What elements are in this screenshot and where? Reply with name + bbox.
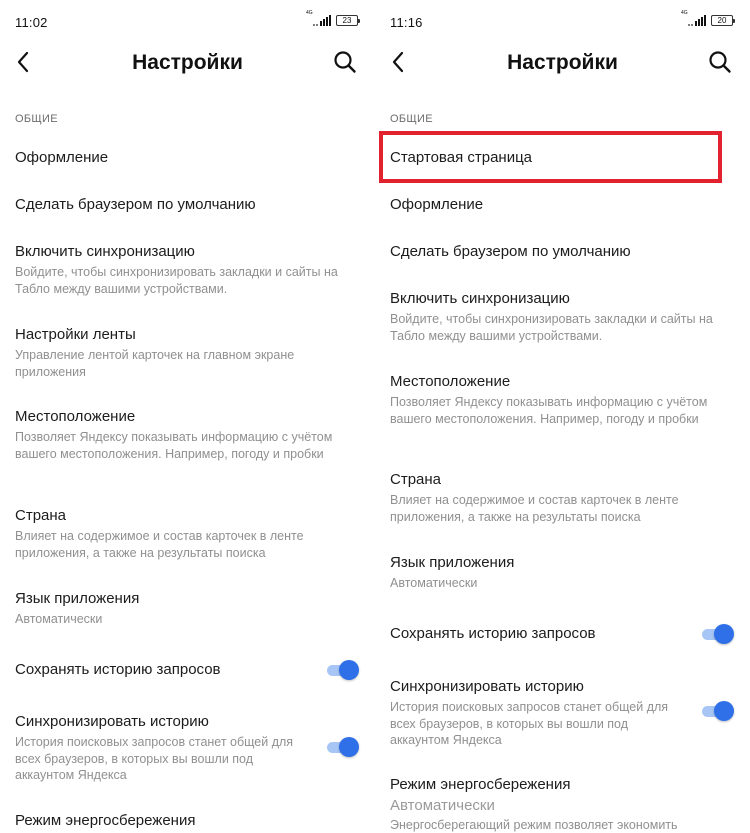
section-header-general: ОБЩИЕ <box>15 113 58 125</box>
setting-appearance[interactable]: Оформление <box>15 148 360 168</box>
setting-title: Страна <box>15 507 67 524</box>
setting-description: История поисковых запросов станет общей … <box>390 700 669 747</box>
toggle-knob <box>714 701 734 721</box>
setting-title: Оформление <box>390 196 484 213</box>
setting-title: Страна <box>390 471 442 488</box>
setting-description: Влияет на содержимое и состав карточек в… <box>15 529 304 560</box>
setting-description: Позволяет Яндексу показывать информацию … <box>15 430 333 461</box>
section-header-general: ОБЩИЕ <box>390 113 433 125</box>
app-bar: Настройки <box>375 40 750 86</box>
setting-app-language[interactable]: Язык приложения Автоматически <box>15 589 360 628</box>
setting-start-page[interactable]: Стартовая страница <box>390 148 735 168</box>
setting-description: Войдите, чтобы синхронизировать закладки… <box>390 312 713 343</box>
signal-bars-icon: 4G <box>306 11 331 26</box>
setting-description: Управление лентой карточек на главном эк… <box>15 348 295 379</box>
search-icon <box>334 51 356 73</box>
setting-title: Язык приложения <box>390 554 515 571</box>
setting-power-saving[interactable]: Режим энергосбережения <box>15 811 360 831</box>
search-icon <box>709 51 731 73</box>
status-icons: 4G 23 <box>306 11 360 26</box>
network-type-label: 4G <box>306 10 313 16</box>
setting-sync-history[interactable]: Синхронизировать историю История поисков… <box>15 712 360 784</box>
setting-title: Синхронизировать историю <box>390 678 584 695</box>
setting-power-saving[interactable]: Режим энергосбережения Автоматически Эне… <box>390 775 735 833</box>
page-title: Настройки <box>507 51 618 74</box>
setting-title: Настройки ленты <box>15 326 136 343</box>
setting-sync-history[interactable]: Синхронизировать историю История поисков… <box>390 677 735 749</box>
setting-description-extra: Энергосберегающий режим позволяет эконом… <box>390 817 678 832</box>
setting-description: Автоматически <box>390 576 478 590</box>
setting-title: Синхронизировать историю <box>15 713 209 730</box>
status-bar: 11:02 4G 23 <box>0 0 375 40</box>
settings-screen-right: 11:16 4G 20 Настройки ОБЩИЕ Стартовая ст… <box>375 0 750 833</box>
setting-description: Влияет на содержимое и состав карточек в… <box>390 493 679 524</box>
setting-default-browser[interactable]: Сделать браузером по умолчанию <box>15 195 360 215</box>
setting-description: Автоматически <box>15 612 103 626</box>
setting-enable-sync[interactable]: Включить синхронизацию Войдите, чтобы си… <box>390 289 735 344</box>
sync-history-toggle[interactable] <box>700 700 734 722</box>
save-history-toggle[interactable] <box>325 659 359 681</box>
status-time: 11:16 <box>390 15 423 30</box>
setting-description: Позволяет Яндексу показывать информацию … <box>390 395 708 426</box>
setting-title: Сделать браузером по умолчанию <box>15 196 256 213</box>
setting-country[interactable]: Страна Влияет на содержимое и состав кар… <box>390 470 735 525</box>
signal-bars-icon: 4G <box>681 11 706 26</box>
setting-description: Автоматически <box>390 797 495 814</box>
network-type-label: 4G <box>681 10 688 16</box>
setting-title: Сделать браузером по умолчанию <box>390 243 631 260</box>
setting-save-history[interactable]: Сохранять историю запросов <box>15 660 360 680</box>
setting-title: Местоположение <box>390 373 511 390</box>
setting-title: Местоположение <box>15 408 136 425</box>
search-button[interactable] <box>329 46 361 78</box>
battery-icon: 23 <box>336 15 360 26</box>
toggle-knob <box>339 660 359 680</box>
toggle-knob <box>714 624 734 644</box>
setting-appearance[interactable]: Оформление <box>390 195 735 215</box>
search-button[interactable] <box>704 46 736 78</box>
setting-title: Стартовая страница <box>390 149 533 166</box>
setting-title: Режим энергосбережения <box>15 812 196 829</box>
setting-save-history[interactable]: Сохранять историю запросов <box>390 624 735 644</box>
settings-screen-left: 11:02 4G 23 Настройки ОБЩИЕ Оформление С… <box>0 0 375 833</box>
status-time: 11:02 <box>15 15 48 30</box>
sync-history-toggle[interactable] <box>325 736 359 758</box>
setting-description: Войдите, чтобы синхронизировать закладки… <box>15 265 338 296</box>
setting-title: Сохранять историю запросов <box>15 661 221 678</box>
setting-country[interactable]: Страна Влияет на содержимое и состав кар… <box>15 506 360 561</box>
setting-enable-sync[interactable]: Включить синхронизацию Войдите, чтобы си… <box>15 242 360 297</box>
battery-icon: 20 <box>711 15 735 26</box>
setting-title: Сохранять историю запросов <box>390 625 596 642</box>
status-icons: 4G 20 <box>681 11 735 26</box>
setting-default-browser[interactable]: Сделать браузером по умолчанию <box>390 242 735 262</box>
setting-description: История поисковых запросов станет общей … <box>15 735 294 782</box>
setting-title: Язык приложения <box>15 590 140 607</box>
setting-title: Оформление <box>15 149 109 166</box>
status-bar: 11:16 4G 20 <box>375 0 750 40</box>
setting-location[interactable]: Местоположение Позволяет Яндексу показыв… <box>15 407 360 462</box>
setting-location[interactable]: Местоположение Позволяет Яндексу показыв… <box>390 372 735 427</box>
setting-title: Включить синхронизацию <box>15 243 195 260</box>
toggle-knob <box>339 737 359 757</box>
setting-app-language[interactable]: Язык приложения Автоматически <box>390 553 735 592</box>
page-title: Настройки <box>132 51 243 74</box>
app-bar: Настройки <box>0 40 375 86</box>
setting-feed[interactable]: Настройки ленты Управление лентой карточ… <box>15 325 360 380</box>
setting-title: Включить синхронизацию <box>390 290 570 307</box>
setting-title: Режим энергосбережения <box>390 776 571 793</box>
save-history-toggle[interactable] <box>700 623 734 645</box>
